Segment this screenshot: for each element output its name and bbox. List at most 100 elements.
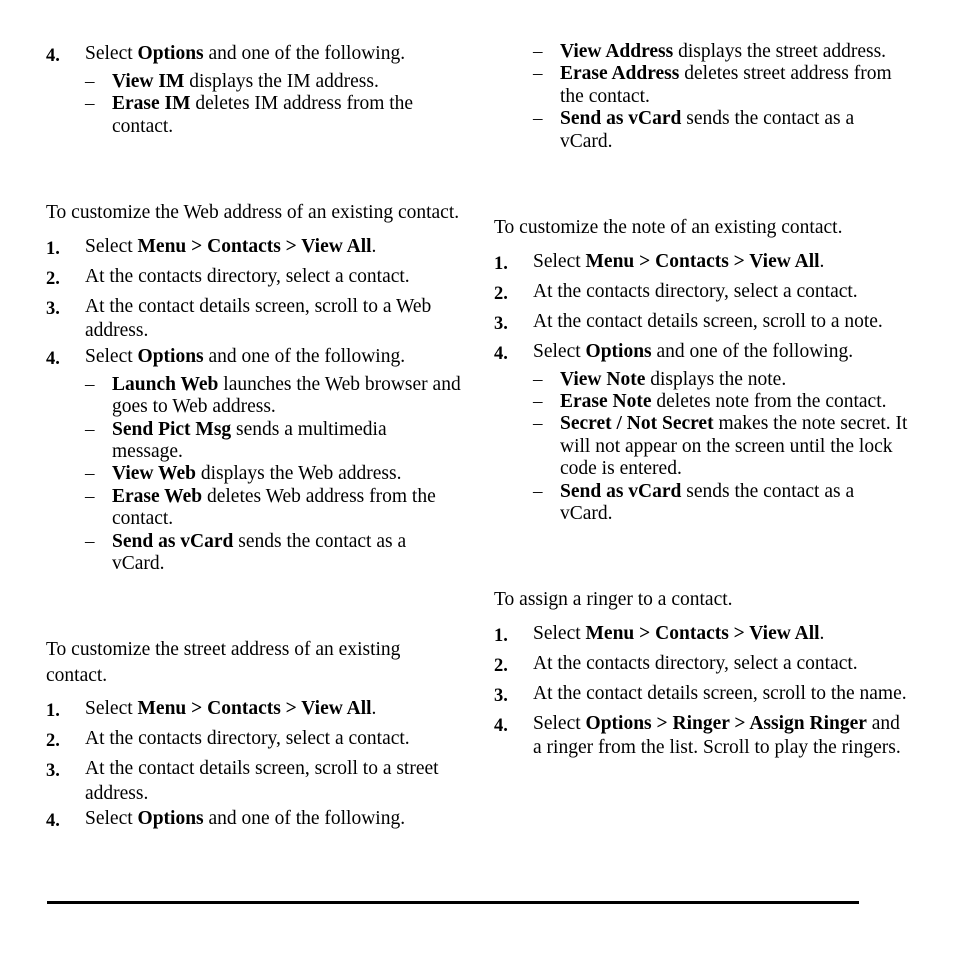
step-text: Select Options > Ringer > Assign Ringer … [533, 711, 908, 761]
list-item: – Send Pict Msg sends a multimedia messa… [85, 419, 462, 464]
step-text: Select Options and one of the following. [85, 806, 462, 832]
list-item: – Erase Note deletes note from the conta… [533, 391, 908, 413]
footer-divider [47, 901, 859, 904]
step-number: 3. [494, 313, 508, 334]
manual-page: 4. Select Options and one of the followi… [0, 0, 954, 954]
step-number: 2. [494, 283, 508, 304]
im-options-group: 4. Select Options and one of the followi… [46, 41, 462, 138]
dash-bullet-icon: – [533, 41, 543, 62]
dash-bullet-icon: – [85, 93, 95, 115]
step-text: Select Options and one of the following. [85, 344, 462, 370]
step-number: 4. [46, 811, 60, 832]
step-row: 3. At the contact details screen, scroll… [46, 294, 462, 344]
list-item-term: Send as vCard [560, 480, 682, 502]
menu-path: Menu > Contacts > View All [137, 698, 372, 720]
step-row: 2. At the contacts directory, select a c… [494, 279, 908, 309]
step-text: Select Menu > Contacts > View All. [533, 249, 908, 275]
section-intro: To customize the street address of an ex… [46, 639, 401, 686]
step-row: 4. Select Options and one of the followi… [46, 344, 462, 374]
list-item-text: Send as vCard sends the contact as a vCa… [560, 108, 908, 153]
section-intro: To assign a ringer to a contact. [494, 589, 733, 611]
list-item: – Send as vCard sends the contact as a v… [533, 108, 908, 153]
list-item: – View IM displays the IM address. [85, 71, 462, 93]
step-number: 4. [46, 348, 60, 369]
step-number: 2. [46, 268, 60, 289]
step-number: 4. [494, 715, 508, 736]
step-text-suffix: . [371, 698, 377, 720]
step-text-suffix: . [819, 250, 825, 272]
step-number: 1. [46, 238, 60, 259]
step-row: 1. Select Menu > Contacts > View All. [46, 696, 462, 726]
dash-bullet-icon: – [533, 413, 543, 435]
list-item: – Secret / Not Secret makes the note sec… [533, 413, 908, 480]
step-text-bold: Options [137, 808, 204, 830]
list-item-term: Erase Address [560, 63, 680, 85]
step-text: At the contact details screen, scroll to… [533, 309, 908, 335]
step-text: Select Menu > Contacts > View All. [85, 234, 462, 260]
step-row: 1. Select Menu > Contacts > View All. [494, 249, 908, 279]
list-item-text: Erase Address deletes street address fro… [560, 63, 908, 108]
step-text-prefix: At the contacts directory, select a cont… [533, 280, 858, 302]
menu-path: Options > Ringer > Assign Ringer [585, 712, 867, 734]
step-text-prefix: At the contacts directory, select a cont… [85, 728, 410, 750]
step-number: 3. [46, 761, 60, 782]
dash-bullet-icon: – [85, 418, 95, 440]
step-text-suffix: and one of the following. [203, 808, 406, 830]
list-item: – Launch Web launches the Web browser an… [85, 374, 462, 419]
step-text-prefix: Select [533, 250, 586, 272]
list-item: – View Web displays the Web address. [85, 463, 462, 485]
step-text-bold: Options [137, 43, 204, 64]
step-row: 1. Select Menu > Contacts > View All. [46, 234, 462, 264]
list-item-text: Erase Note deletes note from the contact… [560, 391, 908, 413]
step-row: 2. At the contacts directory, select a c… [46, 726, 462, 756]
list-item-text: View IM displays the IM address. [112, 71, 462, 93]
step-row: 4. Select Options and one of the followi… [46, 806, 462, 836]
dash-bullet-icon: – [85, 463, 95, 485]
step-row: 2. At the contacts directory, select a c… [494, 651, 908, 681]
list-item-desc: displays the street address. [673, 41, 887, 62]
step-text: At the contacts directory, select a cont… [85, 264, 462, 290]
section-intro: To customize the note of an existing con… [494, 217, 843, 239]
step-text-prefix: Select [85, 345, 138, 367]
step-text-prefix: Select [533, 622, 586, 644]
left-column: 4. Select Options and one of the followi… [0, 0, 470, 836]
dash-bullet-icon: – [533, 390, 543, 412]
list-item-term: View Web [112, 463, 196, 485]
step-text-suffix: and one of the following. [651, 340, 854, 362]
two-column-layout: 4. Select Options and one of the followi… [0, 0, 954, 900]
dash-bullet-icon: – [533, 63, 543, 85]
list-item-term: Send Pict Msg [112, 418, 232, 440]
step-number: 1. [46, 701, 60, 722]
step-row: 4. Select Options and one of the followi… [46, 41, 462, 71]
web-address-section: To customize the Web address of an exist… [46, 200, 462, 575]
step-number: 4. [46, 46, 60, 66]
step-row: 4. Select Options > Ringer > Assign Ring… [494, 711, 908, 761]
section-intro: To customize the Web address of an exist… [46, 202, 460, 224]
step-text: At the contacts directory, select a cont… [533, 651, 908, 677]
list-item-text: Launch Web launches the Web browser and … [112, 374, 462, 419]
step-row: 3. At the contact details screen, scroll… [494, 681, 908, 711]
list-item: – Send as vCard sends the contact as a v… [85, 531, 462, 576]
step-row: 1. Select Menu > Contacts > View All. [494, 621, 908, 651]
list-item: – Send as vCard sends the contact as a v… [533, 481, 908, 526]
list-item: – View Note displays the note. [533, 369, 908, 391]
list-item-term: Erase Note [560, 390, 652, 412]
step-number: 1. [494, 625, 508, 646]
step-text-prefix: At the contact details screen, scroll to… [533, 682, 907, 704]
step-text-prefix: Select [85, 698, 138, 720]
step-text: At the contact details screen, scroll to… [85, 756, 462, 806]
step-text-prefix: Select [85, 43, 138, 64]
menu-path: Menu > Contacts > View All [585, 622, 820, 644]
step-text: Select Options and one of the following. [533, 339, 908, 365]
list-item-text: Send as vCard sends the contact as a vCa… [560, 481, 908, 526]
list-item-term: Send as vCard [112, 530, 234, 552]
menu-path: Menu > Contacts > View All [585, 250, 820, 272]
step-text: At the contact details screen, scroll to… [85, 294, 462, 344]
list-item-desc: displays the Web address. [195, 463, 402, 485]
list-item-term: Erase Web [112, 485, 203, 507]
list-item: – Erase Address deletes street address f… [533, 63, 908, 108]
